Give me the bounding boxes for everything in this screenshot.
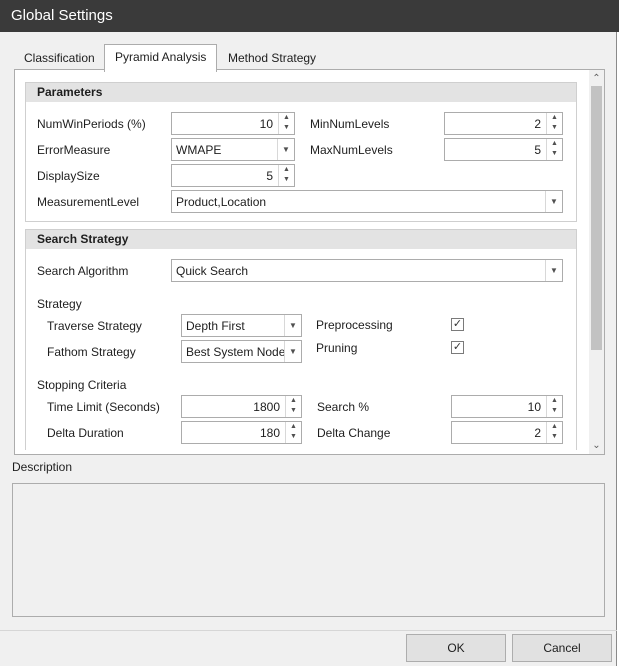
search-strategy-group: Search Strategy Search Algorithm Quick S… [25, 229, 577, 450]
max-num-levels-input[interactable] [445, 139, 545, 160]
window-title: Global Settings [11, 7, 113, 24]
max-num-levels-label: MaxNumLevels [310, 143, 393, 157]
delta-duration-spinner[interactable]: ▲ ▼ [181, 421, 302, 444]
error-measure-label: ErrorMeasure [37, 143, 111, 157]
measurement-level-value: Product,Location [176, 195, 267, 209]
checkmark-icon: ✓ [452, 341, 463, 353]
fathom-strategy-label: Fathom Strategy [47, 345, 136, 359]
search-algorithm-value: Quick Search [176, 264, 249, 278]
description-box [12, 483, 605, 617]
error-measure-dropdown[interactable]: WMAPE ▼ [171, 138, 295, 161]
traverse-strategy-label: Traverse Strategy [47, 319, 142, 333]
fathom-strategy-value: Best System Node [186, 345, 286, 359]
search-algorithm-dropdown[interactable]: Quick Search ▼ [171, 259, 563, 282]
checkmark-icon: ✓ [452, 318, 463, 330]
measurement-level-dropdown[interactable]: Product,Location ▼ [171, 190, 563, 213]
vertical-scrollbar[interactable]: ⌃ ⌄ [589, 70, 604, 454]
dropdown-arrow-icon[interactable]: ▼ [284, 315, 301, 336]
scrollbar-thumb[interactable] [591, 86, 602, 350]
delta-change-label: Delta Change [317, 426, 391, 440]
traverse-strategy-dropdown[interactable]: Depth First ▼ [181, 314, 302, 337]
display-size-spinner[interactable]: ▲ ▼ [171, 164, 295, 187]
chevron-up-icon[interactable]: ⌃ [589, 71, 604, 86]
delta-duration-label: Delta Duration [47, 426, 124, 440]
chevron-up-icon[interactable]: ▲ [279, 113, 294, 123]
error-measure-value: WMAPE [176, 143, 222, 157]
traverse-strategy-value: Depth First [186, 319, 245, 333]
search-percent-input[interactable] [452, 396, 545, 417]
dropdown-arrow-icon[interactable]: ▼ [545, 191, 562, 212]
dialog-body: Classification Pyramid Analysis Method S… [0, 32, 617, 666]
search-percent-spinner[interactable]: ▲ ▼ [451, 395, 563, 418]
delta-change-input[interactable] [452, 422, 545, 443]
display-size-input[interactable] [172, 165, 277, 186]
chevron-down-icon[interactable]: ▼ [279, 123, 294, 133]
num-win-periods-label: NumWinPeriods (%) [37, 117, 146, 131]
description-label: Description [12, 460, 73, 474]
min-num-levels-input[interactable] [445, 113, 545, 134]
tab-panel-pyramid-analysis: Parameters NumWinPeriods (%) ▲ ▼ MinNumL… [14, 69, 605, 455]
title-bar: Global Settings [0, 0, 619, 32]
tab-pyramid-analysis[interactable]: Pyramid Analysis [104, 44, 218, 72]
parameters-group: Parameters NumWinPeriods (%) ▲ ▼ MinNumL… [25, 82, 577, 222]
chevron-up-icon[interactable]: ▲ [547, 139, 562, 149]
parameters-header: Parameters [26, 83, 576, 102]
tab-classification[interactable]: Classification [14, 46, 105, 70]
chevron-up-icon[interactable]: ▲ [547, 113, 562, 123]
pruning-label: Pruning [316, 341, 358, 355]
fathom-strategy-dropdown[interactable]: Best System Node ▼ [181, 340, 302, 363]
tab-method-strategy[interactable]: Method Strategy [218, 46, 326, 70]
delta-change-spinner[interactable]: ▲ ▼ [451, 421, 563, 444]
dropdown-arrow-icon[interactable]: ▼ [545, 260, 562, 281]
search-percent-label: Search % [317, 400, 370, 414]
chevron-up-icon[interactable]: ▲ [286, 422, 301, 432]
time-limit-spinner[interactable]: ▲ ▼ [181, 395, 302, 418]
measurement-level-label: MeasurementLevel [37, 195, 140, 209]
chevron-up-icon[interactable]: ▲ [547, 422, 562, 432]
dropdown-arrow-icon[interactable]: ▼ [277, 139, 294, 160]
chevron-up-icon[interactable]: ▲ [286, 396, 301, 406]
cancel-button[interactable]: Cancel [512, 634, 612, 662]
chevron-up-icon[interactable]: ▲ [547, 396, 562, 406]
chevron-down-icon[interactable]: ▼ [286, 406, 301, 416]
min-num-levels-spinner[interactable]: ▲ ▼ [444, 112, 563, 135]
delta-duration-input[interactable] [182, 422, 284, 443]
chevron-up-icon[interactable]: ▲ [279, 165, 294, 175]
stopping-criteria-label: Stopping Criteria [37, 378, 127, 392]
footer-divider [0, 630, 617, 631]
max-num-levels-spinner[interactable]: ▲ ▼ [444, 138, 563, 161]
search-algorithm-label: Search Algorithm [37, 264, 129, 278]
min-num-levels-label: MinNumLevels [310, 117, 390, 131]
chevron-down-icon[interactable]: ▼ [547, 432, 562, 442]
chevron-down-icon[interactable]: ▼ [547, 123, 562, 133]
time-limit-label: Time Limit (Seconds) [47, 400, 160, 414]
display-size-label: DisplaySize [37, 169, 100, 183]
chevron-down-icon[interactable]: ▼ [547, 406, 562, 416]
chevron-down-icon[interactable]: ▼ [286, 432, 301, 442]
num-win-periods-input[interactable] [172, 113, 277, 134]
strategy-section-label: Strategy [37, 297, 82, 311]
dropdown-arrow-icon[interactable]: ▼ [284, 341, 301, 362]
ok-button[interactable]: OK [406, 634, 506, 662]
chevron-down-icon[interactable]: ⌄ [589, 438, 604, 453]
settings-scroll-area: Parameters NumWinPeriods (%) ▲ ▼ MinNumL… [25, 78, 587, 450]
num-win-periods-spinner[interactable]: ▲ ▼ [171, 112, 295, 135]
chevron-down-icon[interactable]: ▼ [547, 149, 562, 159]
preprocessing-checkbox[interactable]: ✓ [451, 318, 464, 331]
search-strategy-header: Search Strategy [26, 230, 576, 249]
preprocessing-label: Preprocessing [316, 318, 393, 332]
pruning-checkbox[interactable]: ✓ [451, 341, 464, 354]
chevron-down-icon[interactable]: ▼ [279, 175, 294, 185]
time-limit-input[interactable] [182, 396, 284, 417]
